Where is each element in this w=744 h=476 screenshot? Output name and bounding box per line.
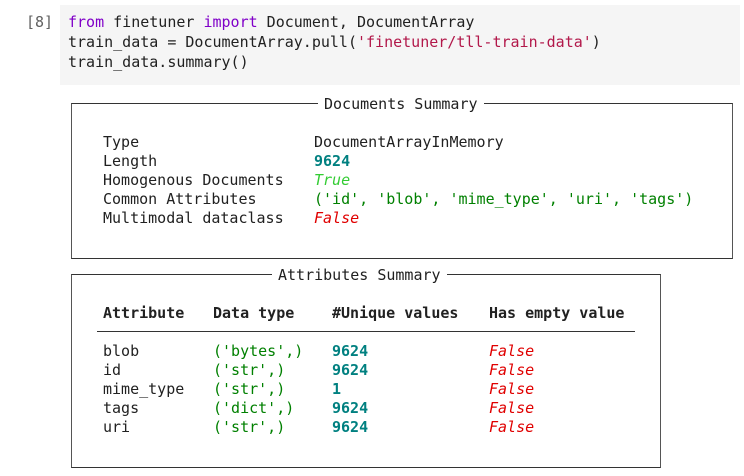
attr-name-mime-type: mime_type bbox=[103, 380, 185, 398]
cell-prompt: [8] bbox=[26, 13, 54, 31]
attr-empty-uri: False bbox=[489, 418, 535, 436]
attr-unique-tags: 9624 bbox=[332, 399, 369, 417]
code-line-3: train_data.summary() bbox=[68, 53, 249, 71]
attr-unique-blob: 9624 bbox=[332, 342, 369, 360]
header-unique-values: #Unique values bbox=[332, 304, 459, 322]
attr-name-uri: uri bbox=[103, 418, 131, 436]
code-cell-input[interactable]: from finetuner import Document, Document… bbox=[60, 5, 740, 85]
header-attribute: Attribute bbox=[103, 304, 185, 322]
doc-label-length: Length bbox=[103, 152, 158, 170]
attr-name-tags: tags bbox=[103, 399, 140, 417]
doc-value-type: DocumentArrayInMemory bbox=[314, 133, 504, 151]
doc-label-common-attributes: Common Attributes bbox=[103, 190, 257, 208]
attr-name-blob: blob bbox=[103, 342, 140, 360]
header-has-empty: Has empty value bbox=[489, 304, 625, 322]
doc-value-homogenous: True bbox=[314, 171, 351, 189]
import-names: Document, DocumentArray bbox=[257, 13, 475, 31]
code-line-2-pre: train_data = DocumentArray.pull( bbox=[68, 33, 357, 51]
header-data-type: Data type bbox=[213, 304, 295, 322]
attr-empty-mime-type: False bbox=[489, 380, 535, 398]
doc-label-multimodal: Multimodal dataclass bbox=[103, 209, 284, 227]
attr-unique-uri: 9624 bbox=[332, 418, 369, 436]
attr-type-mime-type: ('str',) bbox=[213, 380, 286, 398]
doc-label-type: Type bbox=[103, 133, 140, 151]
attr-type-uri: ('str',) bbox=[213, 418, 286, 436]
table-header-rule bbox=[97, 331, 635, 332]
attr-name-id: id bbox=[103, 361, 122, 379]
keyword-import: import bbox=[203, 13, 258, 31]
keyword-from: from bbox=[68, 13, 105, 31]
attr-empty-id: False bbox=[489, 361, 535, 379]
code-line-2-post: ) bbox=[591, 33, 601, 51]
attr-type-tags: ('dict',) bbox=[213, 399, 295, 417]
doc-value-common-attributes: ('id', 'blob', 'mime_type', 'uri', 'tags… bbox=[314, 190, 694, 208]
attributes-summary-title: Attributes Summary bbox=[272, 266, 447, 284]
attr-unique-mime-type: 1 bbox=[332, 380, 342, 398]
attr-type-id: ('str',) bbox=[213, 361, 286, 379]
attr-empty-blob: False bbox=[489, 342, 535, 360]
code-line-2-string: 'finetuner/tll-train-data' bbox=[356, 33, 592, 51]
attr-type-blob: ('bytes',) bbox=[213, 342, 304, 360]
attr-unique-id: 9624 bbox=[332, 361, 369, 379]
attr-empty-tags: False bbox=[489, 399, 535, 417]
doc-value-multimodal: False bbox=[314, 209, 360, 227]
module-name: finetuner bbox=[104, 13, 204, 31]
code-line-2: train_data = DocumentArray.pull('finetun… bbox=[68, 33, 601, 52]
doc-label-homogenous: Homogenous Documents bbox=[103, 171, 284, 189]
code-line-1: from finetuner import Document, Document… bbox=[68, 13, 474, 32]
doc-value-length: 9624 bbox=[314, 152, 351, 170]
documents-summary-title: Documents Summary bbox=[318, 95, 484, 113]
